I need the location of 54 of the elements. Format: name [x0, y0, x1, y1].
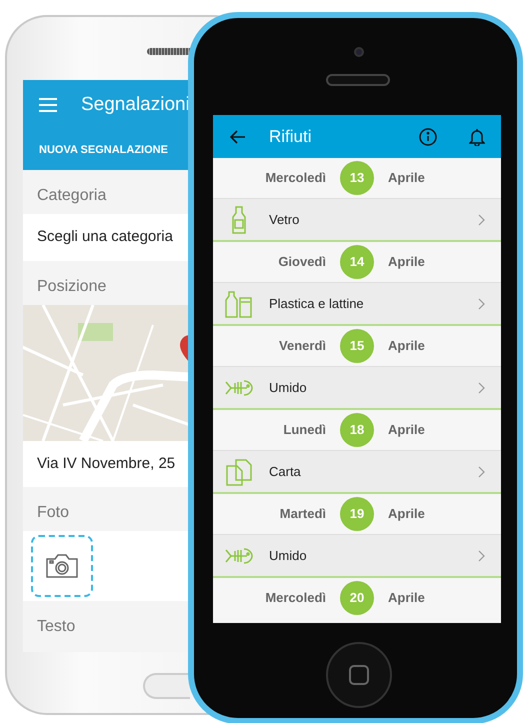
- waste-list-item[interactable]: Umido: [213, 534, 501, 578]
- month-label: Aprile: [388, 253, 426, 272]
- back-arrow-icon[interactable]: [229, 130, 245, 144]
- weekday-label: Mercoledì: [264, 169, 326, 188]
- camera-icon: [46, 554, 78, 578]
- camera-lens: [354, 47, 364, 57]
- day-badge: 15: [340, 329, 374, 363]
- fish-bone-icon: [225, 546, 253, 564]
- day-badge: 20: [340, 581, 374, 615]
- weekday-label: Mercoledì: [264, 589, 326, 608]
- bottles-icon: [225, 290, 253, 318]
- app-title: Segnalazioni: [81, 92, 190, 117]
- day-badge: 19: [340, 497, 374, 531]
- day-badge: 14: [340, 245, 374, 279]
- waste-label: Plastica e lattine: [268, 294, 364, 313]
- section-header: Foto: [36, 503, 70, 523]
- speaker-grille: [326, 74, 390, 86]
- month-label: Aprile: [388, 337, 426, 356]
- menu-icon[interactable]: [39, 98, 57, 112]
- weekday-label: Giovedì: [277, 253, 326, 272]
- chevron-icon: [478, 550, 485, 562]
- month-label: Aprile: [388, 421, 426, 440]
- section-header: Testo: [36, 617, 76, 637]
- chevron-icon: [478, 298, 485, 310]
- documents-icon: [225, 458, 253, 486]
- waste-label: Umido: [268, 546, 307, 565]
- info-icon[interactable]: [419, 128, 437, 146]
- chevron-icon: [478, 466, 485, 478]
- chevron-icon: [478, 214, 485, 226]
- photo-upload-button[interactable]: [31, 535, 93, 597]
- waste-list-item[interactable]: Carta: [213, 450, 501, 494]
- day-badge: 13: [340, 161, 374, 195]
- category-dropdown[interactable]: Scegli una categoria: [23, 214, 190, 260]
- bell-icon[interactable]: [469, 128, 485, 146]
- app-title: Rifiuti: [269, 126, 313, 148]
- section-header: Posizione: [36, 276, 108, 296]
- waste-label: Carta: [268, 462, 301, 481]
- month-label: Aprile: [388, 169, 426, 188]
- waste-list-item[interactable]: Plastica e lattine: [213, 282, 501, 326]
- chevron-icon: [478, 382, 485, 394]
- bottle-icon: [231, 206, 247, 234]
- section-header: Categoria: [36, 186, 108, 206]
- waste-list-item[interactable]: Umido: [213, 366, 501, 410]
- weekday-label: Lunedì: [282, 421, 326, 440]
- weekday-label: Venerdì: [278, 337, 326, 356]
- weekday-label: Martedì: [278, 505, 326, 524]
- waste-label: Umido: [268, 378, 307, 397]
- month-label: Aprile: [388, 589, 426, 608]
- waste-label: Vetro: [268, 210, 300, 229]
- day-badge: 18: [340, 413, 374, 447]
- fish-bone-icon: [225, 378, 253, 396]
- waste-list-item[interactable]: Vetro: [213, 198, 501, 242]
- address-field[interactable]: Via IV Novembre, 25: [23, 440, 190, 487]
- month-label: Aprile: [388, 505, 426, 524]
